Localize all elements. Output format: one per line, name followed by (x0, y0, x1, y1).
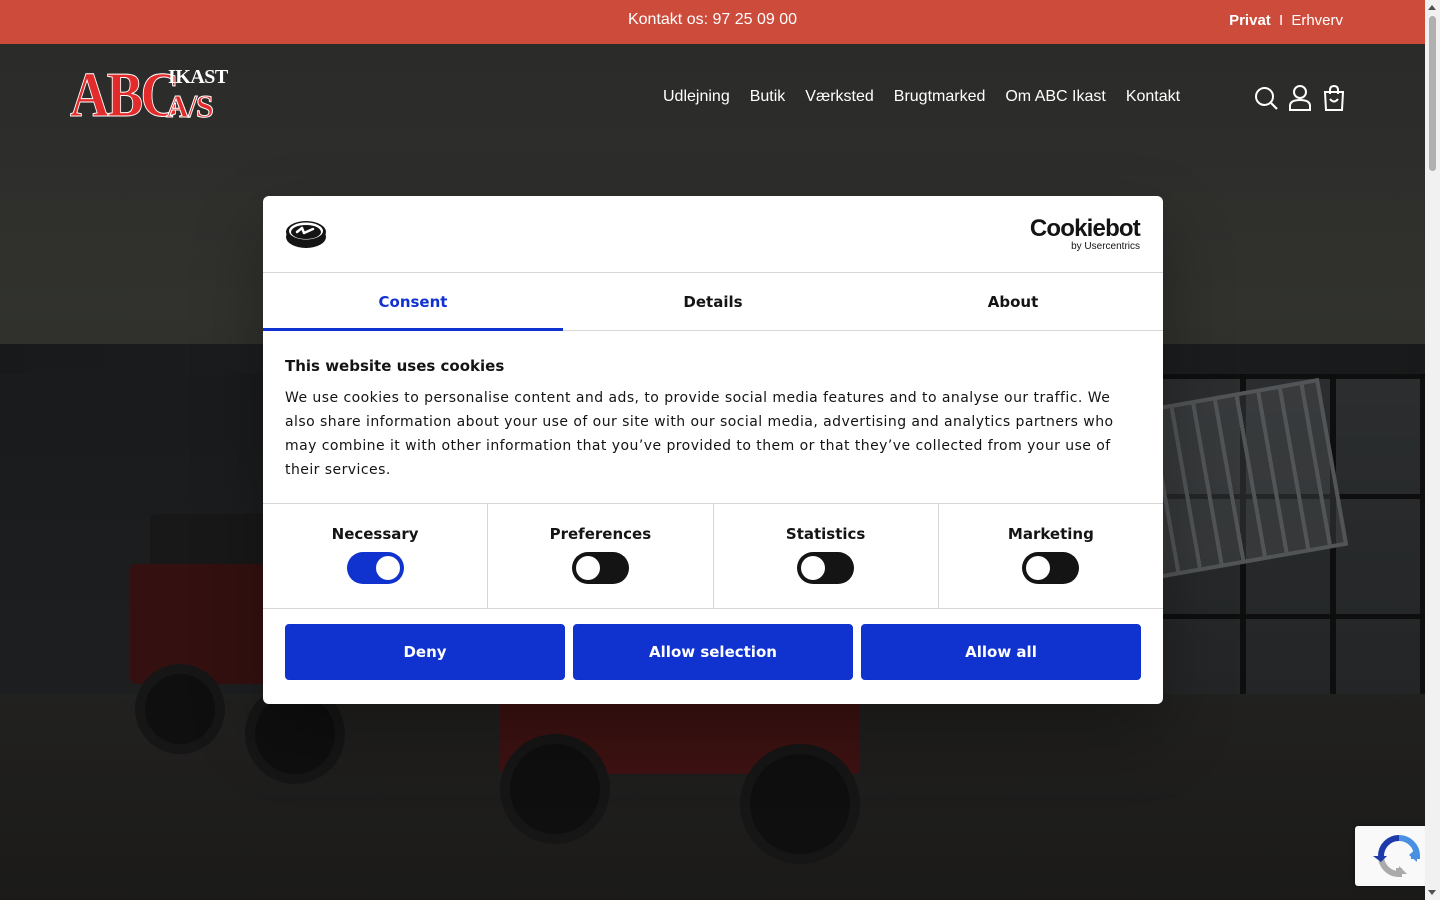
nav-udlejning[interactable]: Udlejning (663, 88, 730, 106)
allow-all-button[interactable]: Allow all (861, 624, 1141, 680)
user-icon[interactable] (1288, 84, 1312, 112)
logo[interactable]: ABC IKAST A/S (70, 59, 229, 130)
site-header: ABC IKAST A/S Udlejning Butik Værksted B… (0, 44, 1425, 154)
scroll-down-arrow-icon[interactable] (1428, 890, 1436, 895)
toggle-label: Preferences (549, 525, 652, 543)
logo-abc: ABC (70, 59, 181, 130)
segment-separator: I (1278, 12, 1284, 29)
toggle-necessary: Necessary (263, 504, 489, 608)
main-nav: Udlejning Butik Værksted Brugtmarked Om … (663, 88, 1180, 106)
segment-privat[interactable]: Privat (1229, 12, 1271, 29)
tab-details[interactable]: Details (563, 273, 863, 330)
switch-knob (1026, 556, 1051, 580)
marketing-switch[interactable] (1022, 552, 1080, 584)
scroll-up-arrow-icon[interactable] (1428, 5, 1436, 10)
search-icon[interactable] (1254, 84, 1278, 112)
nav-om-abc-ikast[interactable]: Om ABC Ikast (1005, 88, 1105, 106)
switch-knob (375, 556, 400, 580)
cookiebot-brand-name: Cookiebot (1029, 215, 1141, 242)
cookiebot-brand[interactable]: Cookiebot by Usercentrics (1029, 215, 1141, 253)
consent-toggles: Necessary Preferences Statistics Marketi… (263, 504, 1163, 609)
consent-buttons: Deny Allow selection Allow all (263, 609, 1163, 680)
segment-erhverv[interactable]: Erhverv (1291, 12, 1343, 29)
tab-about[interactable]: About (863, 273, 1163, 330)
logo-ikast: IKAST (168, 66, 228, 88)
nav-butik[interactable]: Butik (750, 88, 786, 106)
consent-text: We use cookies to personalise content an… (285, 390, 1114, 478)
contact-phone[interactable]: Kontakt os: 97 25 09 00 (0, 11, 1425, 29)
switch-knob (801, 556, 826, 580)
nav-vaerksted[interactable]: Værksted (805, 88, 873, 106)
statistics-switch[interactable] (797, 552, 855, 584)
page-scrollbar[interactable] (1425, 0, 1440, 900)
preferences-switch[interactable] (571, 552, 629, 584)
recaptcha-badge[interactable] (1355, 826, 1435, 886)
cookie-logo-icon (285, 218, 327, 255)
toggle-statistics: Statistics (714, 504, 939, 608)
toggle-preferences: Preferences (488, 504, 714, 608)
cart-icon[interactable] (1322, 84, 1346, 112)
cookiebot-brand-sub: by Usercentrics (1071, 241, 1140, 252)
toggle-marketing: Marketing (939, 504, 1163, 608)
deny-button[interactable]: Deny (285, 624, 565, 680)
top-bar: Kontakt os: 97 25 09 00 Privat I Erhverv (0, 0, 1425, 44)
toggle-label: Statistics (785, 525, 866, 543)
logo-as: A/S (166, 88, 215, 125)
necessary-switch[interactable] (346, 552, 404, 584)
cookie-consent-dialog: Cookiebot by Usercentrics Consent Detail… (263, 196, 1163, 704)
tab-consent[interactable]: Consent (263, 273, 563, 331)
dialog-header: Cookiebot by Usercentrics (263, 196, 1163, 273)
toggle-label: Necessary (331, 525, 419, 543)
segment-switch: Privat I Erhverv (1229, 12, 1343, 29)
header-icons (1254, 84, 1346, 112)
scrollbar-thumb[interactable] (1429, 16, 1436, 171)
recaptcha-icon (1373, 835, 1421, 878)
consent-title: This website uses cookies (285, 357, 505, 375)
toggle-label: Marketing (1007, 525, 1094, 543)
consent-body: This website uses cookies We use cookies… (263, 331, 1163, 504)
nav-brugtmarked[interactable]: Brugtmarked (894, 88, 986, 106)
allow-selection-button[interactable]: Allow selection (573, 624, 853, 680)
switch-knob (575, 556, 600, 580)
nav-kontakt[interactable]: Kontakt (1126, 88, 1180, 106)
dialog-tabs: Consent Details About (263, 273, 1163, 331)
